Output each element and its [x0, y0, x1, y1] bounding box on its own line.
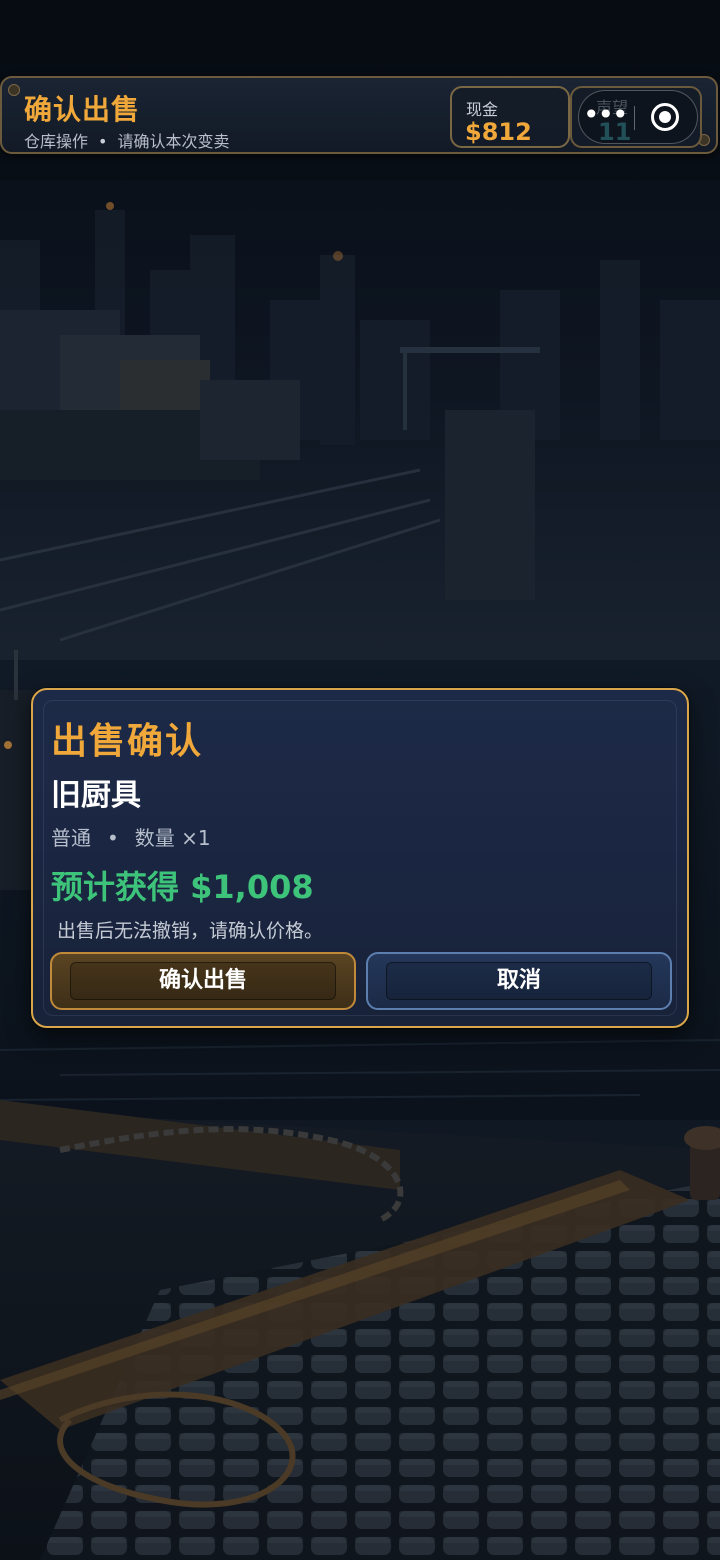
item-name: 旧厨具: [51, 778, 141, 813]
cancel-button[interactable]: 取消: [366, 952, 672, 1010]
rivet-decoration: [8, 84, 20, 96]
item-rarity: 普通: [51, 826, 91, 850]
subtitle-section: 仓库操作: [24, 132, 89, 151]
item-meta: 普通 • 数量 ×1: [51, 822, 211, 851]
miniprogram-capsule: •••: [578, 90, 698, 144]
subtitle-separator: •: [98, 132, 108, 151]
page-title: 确认出售: [24, 93, 141, 126]
cancel-label: 取消: [496, 968, 541, 993]
cash-value: $812: [465, 118, 532, 146]
confirm-sell-label: 确认出售: [158, 968, 247, 993]
cash-stat: 现金 $812: [450, 86, 570, 148]
more-dots-icon[interactable]: •••: [583, 101, 629, 132]
irreversible-warning: 出售后无法撤销，请确认价格。: [57, 920, 324, 942]
meta-separator: •: [107, 826, 119, 850]
capsule-divider: [634, 106, 635, 130]
item-quantity: 数量 ×1: [134, 826, 211, 850]
subtitle-hint: 请确认本次变卖: [117, 132, 230, 151]
target-circle-icon[interactable]: [651, 103, 679, 131]
dialog-title: 出售确认: [51, 721, 204, 762]
page-subtitle: 仓库操作 • 请确认本次变卖: [24, 128, 229, 152]
sell-confirm-dialog: 出售确认 旧厨具 普通 • 数量 ×1 预计获得 $1,008 出售后无法撤销，请确…: [31, 688, 689, 1028]
cash-label: 现金: [466, 100, 499, 119]
confirm-sell-button[interactable]: 确认出售: [50, 952, 356, 1010]
estimated-gain: 预计获得 $1,008: [51, 868, 314, 906]
